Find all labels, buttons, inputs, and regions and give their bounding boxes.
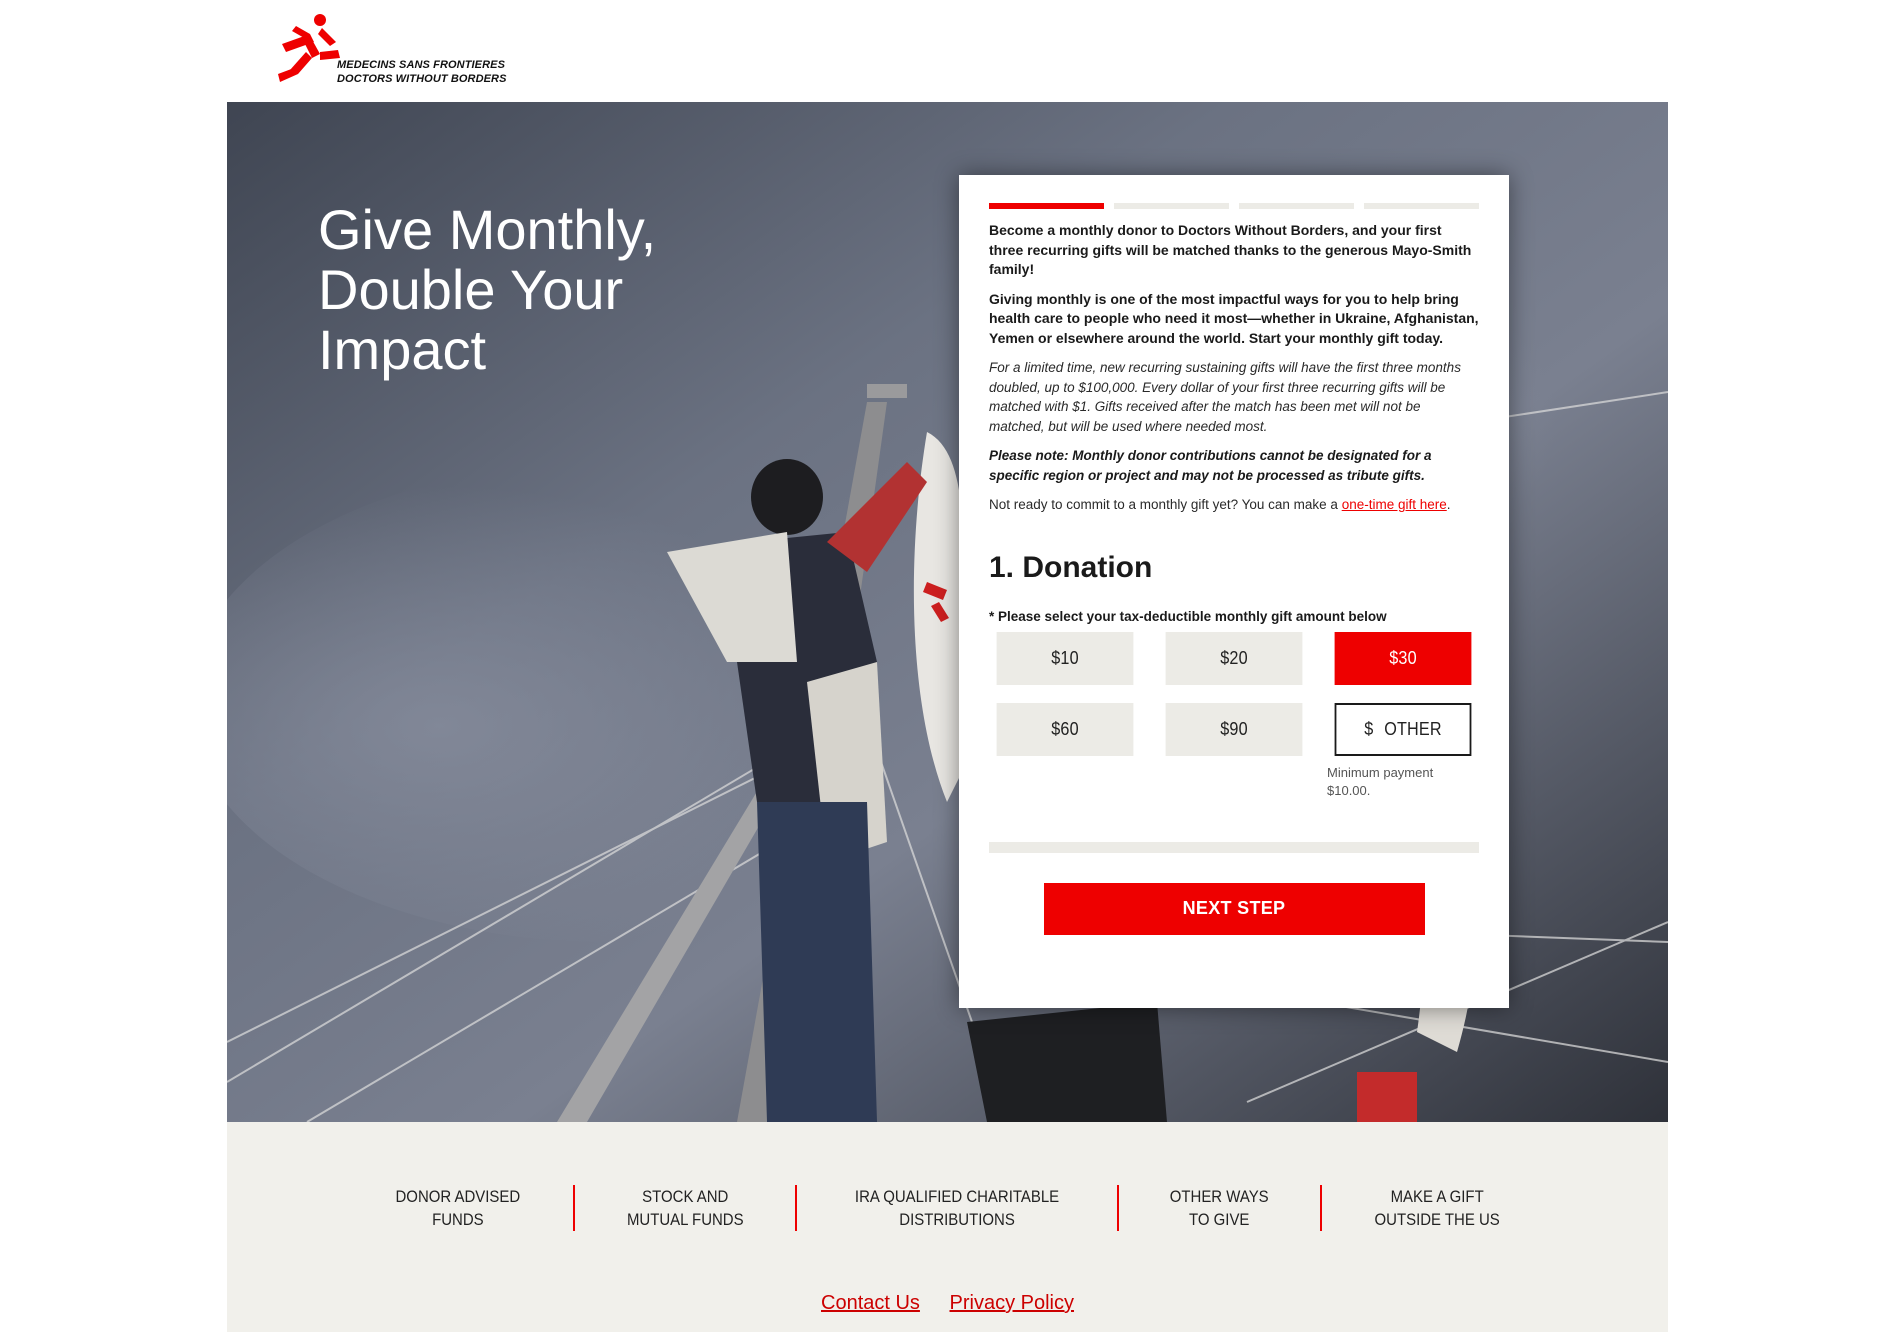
one-time-gift-link[interactable]: one-time gift here [1342,497,1447,512]
nav-divider [1319,1185,1322,1231]
progress-step-1 [989,203,1104,209]
currency-symbol: $ [1364,718,1374,739]
form-divider [989,841,1479,853]
amount-90-button[interactable]: $90 [1165,702,1303,756]
amount-10-button[interactable]: $10 [996,631,1134,685]
donation-form-card: Become a monthly donor to Doctors Withou… [959,175,1509,1008]
ira-distributions-link[interactable]: IRA QUALIFIED CHARITABLE DISTRIBUTIONS [816,1185,1098,1231]
nav-divider [795,1185,798,1231]
designation-note: Please note: Monthly donor contributions… [989,448,1432,483]
msf-logo[interactable]: MEDECINS SANS FRONTIERES DOCTORS WITHOUT… [276,12,526,88]
ways-to-give-nav: DONOR ADVISED FUNDS STOCK AND MUTUAL FUNDS… [227,1185,1668,1231]
other-amount-input[interactable]: $ OTHER [1334,702,1472,756]
gift-outside-us-link[interactable]: MAKE A GIFT OUTSIDE THE US [1336,1185,1539,1231]
other-ways-link[interactable]: OTHER WAYS TO GIVE [1131,1185,1307,1231]
nav-divider [572,1185,575,1231]
amount-instructions: * Please select your tax-deductible mont… [989,608,1387,624]
progress-step-3 [1239,203,1354,209]
intro-impact-text: Giving monthly is one of the most impact… [989,290,1479,346]
step-progress [989,203,1479,209]
hero-title: Give Monthly, Double Your Impact [318,198,657,381]
minimum-payment-note: Minimum payment $10.00. [1327,764,1434,798]
hero-banner: Give Monthly, Double Your Impact Become … [227,102,1668,1122]
site-footer: DONOR ADVISED FUNDS STOCK AND MUTUAL FUNDS… [227,1122,1668,1332]
amount-30-button[interactable]: $30 [1334,631,1472,685]
progress-step-4 [1364,203,1479,209]
progress-step-2 [1114,203,1229,209]
nav-divider [1117,1185,1120,1231]
footer-links: Contact Us Privacy Policy [227,1292,1668,1315]
one-time-gift-text: Not ready to commit to a monthly gift ye… [989,497,1451,512]
amount-options: $10 $20 $30 $60 $90 $ OTHER Minimum paym… [989,631,1479,800]
msf-runner-logo-icon [278,14,340,82]
donation-section-title: 1. Donation [989,550,1153,584]
intro-matching-text: Become a monthly donor to Doctors Withou… [989,222,1472,277]
privacy-policy-link[interactable]: Privacy Policy [950,1292,1074,1314]
next-step-button[interactable]: NEXT STEP [1043,882,1425,935]
limited-time-text: For a limited time, new recurring sustai… [989,360,1461,434]
site-header: MEDECINS SANS FRONTIERES DOCTORS WITHOUT… [0,0,1893,102]
logo-wordmark: MEDECINS SANS FRONTIERES DOCTORS WITHOUT… [337,59,507,85]
amount-60-button[interactable]: $60 [996,702,1134,756]
amount-20-button[interactable]: $20 [1165,631,1303,685]
contact-us-link[interactable]: Contact Us [821,1292,920,1314]
stock-mutual-funds-link[interactable]: STOCK AND MUTUAL FUNDS [588,1185,782,1231]
other-amount-placeholder: OTHER [1384,718,1442,739]
donor-advised-funds-link[interactable]: DONOR ADVISED FUNDS [357,1185,559,1231]
